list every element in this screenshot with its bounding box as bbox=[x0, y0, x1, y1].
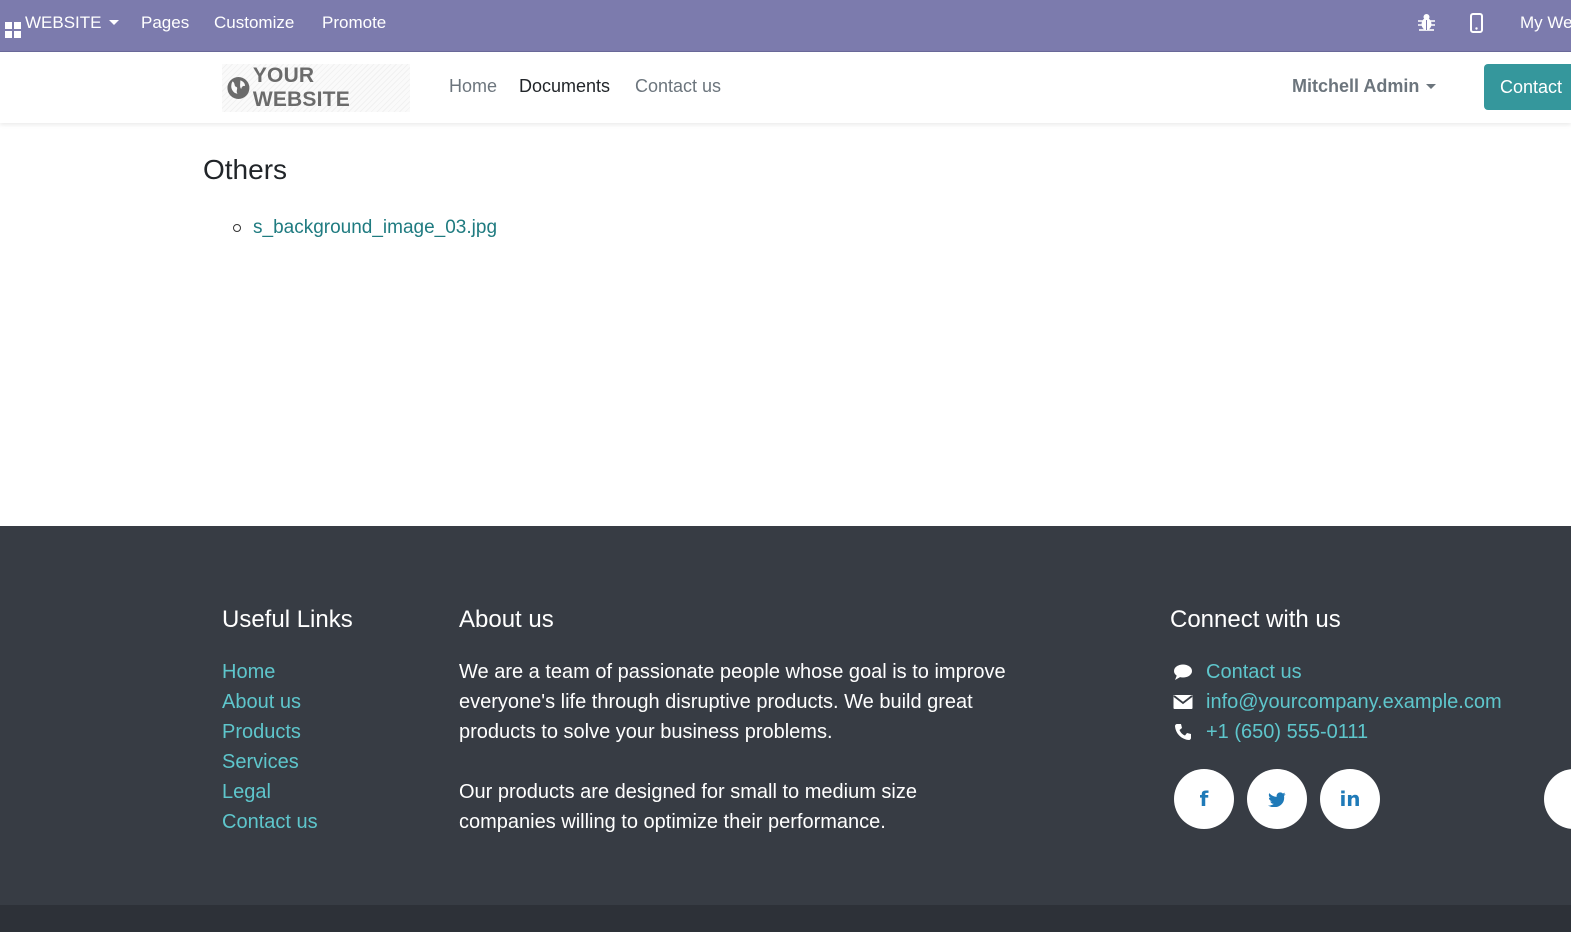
scroll-top-button[interactable] bbox=[1544, 769, 1571, 829]
footer-link-services[interactable]: Services bbox=[222, 751, 299, 773]
website-menu-button[interactable]: WEBSITE bbox=[5, 0, 119, 46]
footer-link-contact-us[interactable]: Contact us bbox=[222, 811, 318, 833]
apps-grid-icon bbox=[5, 22, 21, 38]
list-item: s_background_image_03.jpg bbox=[233, 215, 497, 241]
list-item: +1 (650) 555-0111 bbox=[1172, 717, 1502, 747]
connect-heading: Connect with us bbox=[1170, 606, 1341, 633]
mobile-preview-icon[interactable] bbox=[1470, 13, 1483, 33]
section-title: Others bbox=[203, 154, 288, 185]
about-paragraph: Our products are designed for small to m… bbox=[459, 781, 917, 833]
contact-list: Contact us info@yourcompany.example.com … bbox=[1172, 657, 1502, 747]
twitter-icon[interactable] bbox=[1247, 769, 1307, 829]
list-item: Legal bbox=[222, 777, 318, 807]
about-us-heading: About us bbox=[459, 606, 554, 633]
footer-link-products[interactable]: Products bbox=[222, 721, 301, 743]
user-menu[interactable]: Mitchell Admin bbox=[1292, 76, 1437, 97]
website-menu-label: WEBSITE bbox=[25, 13, 102, 32]
about-paragraph: We are a team of passionate people whose… bbox=[459, 661, 1006, 743]
list-item: Products bbox=[222, 717, 318, 747]
list-item: Contact us bbox=[1172, 657, 1502, 687]
list-item: info@yourcompany.example.com bbox=[1172, 687, 1502, 717]
linkedin-glyph: in bbox=[1339, 787, 1361, 811]
nav-contact-us[interactable]: Contact us bbox=[635, 76, 721, 97]
globe-icon bbox=[227, 77, 250, 99]
footer-link-home[interactable]: Home bbox=[222, 661, 275, 683]
copyright-strip bbox=[0, 905, 1571, 932]
caret-down-icon bbox=[1426, 84, 1437, 89]
nav-home[interactable]: Home bbox=[449, 76, 497, 97]
footer-email-link[interactable]: info@yourcompany.example.com bbox=[1206, 687, 1502, 717]
logo-text: YOUR WEBSITE bbox=[252, 64, 350, 111]
contact-button[interactable]: Contact bbox=[1484, 64, 1571, 110]
list-item: Contact us bbox=[222, 807, 318, 837]
my-website-menu-button[interactable]: My We bbox=[1520, 0, 1571, 46]
list-item: Home bbox=[222, 657, 318, 687]
facebook-glyph: f bbox=[1199, 787, 1209, 811]
bug-icon[interactable] bbox=[1418, 13, 1435, 31]
nav-documents[interactable]: Documents bbox=[519, 76, 610, 97]
editor-top-bar: WEBSITE Pages Customize Promote My We bbox=[0, 0, 1571, 52]
useful-links-list: Home About us Products Services Legal Co… bbox=[222, 657, 318, 837]
site-logo[interactable]: YOUR WEBSITE bbox=[222, 64, 410, 112]
comment-icon bbox=[1172, 663, 1194, 681]
facebook-icon[interactable]: f bbox=[1174, 769, 1234, 829]
list-item: Services bbox=[222, 747, 318, 777]
customize-menu-button[interactable]: Customize bbox=[214, 0, 294, 46]
user-name: Mitchell Admin bbox=[1292, 76, 1420, 96]
site-header: YOUR WEBSITE Home Documents Contact us M… bbox=[0, 52, 1571, 123]
pages-menu-button[interactable]: Pages bbox=[141, 0, 189, 46]
linkedin-icon[interactable]: in bbox=[1320, 769, 1380, 829]
envelope-icon bbox=[1172, 694, 1194, 710]
footer-link-about-us[interactable]: About us bbox=[222, 691, 301, 713]
about-us-text: We are a team of passionate people whose… bbox=[459, 657, 1019, 867]
list-item: About us bbox=[222, 687, 318, 717]
caret-down-icon bbox=[108, 20, 119, 25]
useful-links-heading: Useful Links bbox=[222, 606, 353, 633]
phone-icon bbox=[1172, 723, 1194, 741]
document-list: s_background_image_03.jpg bbox=[233, 215, 497, 241]
footer-phone-link[interactable]: +1 (650) 555-0111 bbox=[1206, 717, 1368, 747]
footer-contact-link[interactable]: Contact us bbox=[1206, 657, 1302, 687]
footer: Useful Links Home About us Products Serv… bbox=[0, 526, 1571, 905]
promote-menu-button[interactable]: Promote bbox=[322, 0, 386, 46]
document-link[interactable]: s_background_image_03.jpg bbox=[253, 217, 497, 238]
footer-link-legal[interactable]: Legal bbox=[222, 781, 271, 803]
